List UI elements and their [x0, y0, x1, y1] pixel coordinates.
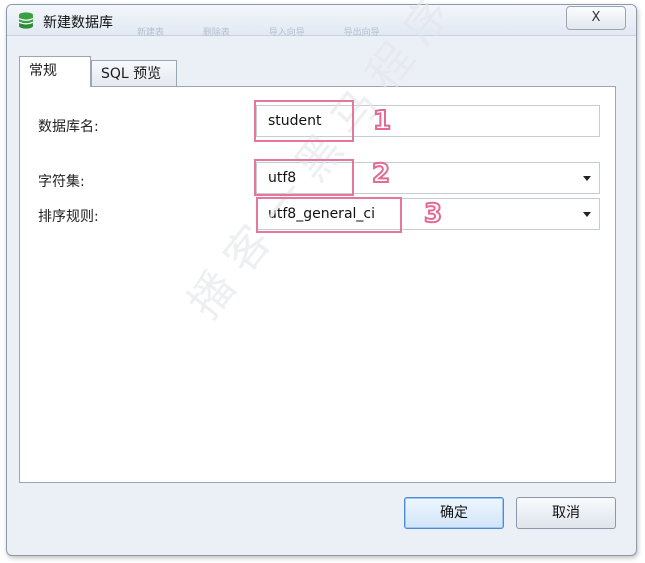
- background-toolbar: 新建表 删除表 导入向导 导出向导: [137, 25, 416, 38]
- db-name-label: 数据库名:: [38, 119, 99, 135]
- chevron-down-icon[interactable]: [583, 212, 591, 217]
- tab-general[interactable]: 常规: [19, 56, 91, 87]
- step-marker-1: 1: [372, 105, 392, 137]
- ghost-toolbar-item: 新建表: [137, 28, 165, 38]
- highlight-box-1: [254, 100, 354, 142]
- title-bar: 新建数据库 新建表 删除表 导入向导 导出向导 X: [7, 5, 636, 38]
- highlight-box-3: [256, 197, 402, 233]
- database-icon: [18, 12, 34, 29]
- general-panel: [19, 86, 616, 483]
- ghost-toolbar-item: 导入向导: [268, 28, 305, 38]
- ghost-toolbar-item: 导出向导: [343, 28, 380, 38]
- close-icon: X: [591, 10, 601, 25]
- step-marker-2: 2: [371, 158, 391, 190]
- ghost-toolbar-item: 删除表: [202, 28, 230, 38]
- tab-sql-preview[interactable]: SQL 预览: [91, 60, 177, 86]
- collation-label: 排序规则:: [38, 209, 99, 225]
- highlight-box-2: [254, 159, 354, 196]
- chevron-down-icon[interactable]: [583, 176, 591, 181]
- cancel-button[interactable]: 取消: [516, 497, 616, 529]
- charset-label: 字符集:: [38, 174, 85, 190]
- step-marker-3: 3: [423, 198, 443, 230]
- window-title: 新建数据库: [43, 15, 113, 31]
- close-button[interactable]: X: [566, 6, 626, 30]
- ok-button[interactable]: 确定: [404, 497, 504, 529]
